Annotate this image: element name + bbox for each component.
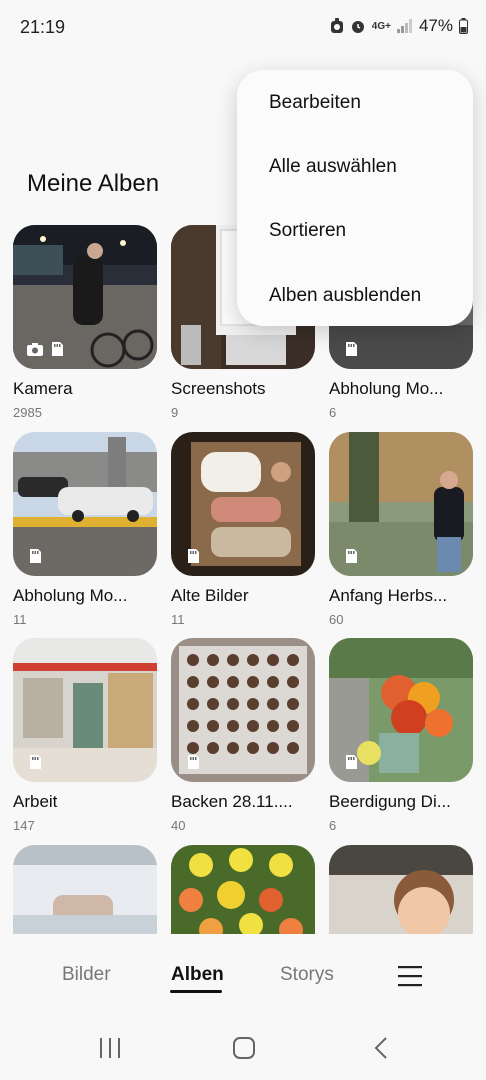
album-thumbnail[interactable]: [13, 638, 157, 782]
sd-card-badge-icon: [188, 755, 199, 769]
system-nav-bar: [0, 1020, 486, 1080]
status-bar: 21:19 4G+ 47%: [0, 0, 486, 54]
alarm-icon: [351, 21, 364, 33]
album-tile[interactable]: [329, 845, 473, 934]
photo-child: [329, 845, 473, 934]
tab-stories[interactable]: Storys: [280, 964, 334, 986]
album-grid: Kamera 2985 Screenshots 9 Abholung Mo...…: [0, 222, 486, 934]
album-tile[interactable]: [171, 845, 315, 934]
album-name: Abholung Mo...: [13, 586, 128, 605]
hamburger-menu-icon[interactable]: [396, 962, 424, 990]
battery-percent: 47%: [418, 16, 453, 35]
tab-pictures[interactable]: Bilder: [62, 964, 111, 986]
album-name: Backen 28.11....: [171, 792, 293, 811]
home-icon[interactable]: [232, 1036, 256, 1060]
menu-item-select-all[interactable]: Alle auswählen: [269, 156, 397, 178]
album-count: 6: [329, 405, 337, 420]
sd-card-badge-icon: [30, 549, 41, 563]
menu-item-edit[interactable]: Bearbeiten: [269, 92, 361, 114]
album-thumbnail[interactable]: [13, 845, 157, 934]
album-name: Arbeit: [13, 792, 58, 811]
recent-apps-icon[interactable]: [98, 1036, 122, 1060]
photo-hospital: [13, 845, 157, 934]
back-icon[interactable]: [370, 1036, 394, 1060]
album-name: Alte Bilder: [171, 586, 249, 605]
album-thumbnail[interactable]: [171, 638, 315, 782]
album-tile[interactable]: [13, 845, 157, 934]
network-type: 4G+: [371, 20, 391, 32]
album-count: 9: [171, 405, 179, 420]
overflow-menu: Bearbeiten Alle auswählen Sortieren Albe…: [237, 70, 473, 326]
camera-badge-icon: [27, 343, 43, 356]
album-count: 147: [13, 818, 35, 833]
album-name: Screenshots: [171, 379, 266, 398]
album-count: 11: [171, 612, 185, 627]
album-name: Anfang Herbs...: [329, 586, 448, 605]
album-tile[interactable]: Alte Bilder 11: [171, 432, 315, 627]
album-thumbnail[interactable]: [171, 845, 315, 934]
album-name: Beerdigung Di...: [329, 792, 451, 811]
sd-card-badge-icon: [346, 549, 357, 563]
album-thumbnail[interactable]: [13, 432, 157, 576]
menu-item-hide-albums[interactable]: Alben ausblenden: [269, 285, 421, 307]
photo-flowers: [171, 845, 315, 934]
sd-card-badge-icon: [30, 755, 41, 769]
album-thumbnail[interactable]: [329, 845, 473, 934]
album-name: Abholung Mo...: [329, 379, 444, 398]
bottom-nav: Bilder Alben Storys: [0, 934, 486, 1020]
sd-card-badge-icon: [346, 755, 357, 769]
album-tile[interactable]: Arbeit 147: [13, 638, 157, 833]
album-tile[interactable]: Beerdigung Di... 6: [329, 638, 473, 833]
album-tile[interactable]: Backen 28.11.... 40: [171, 638, 315, 833]
album-count: 11: [13, 612, 27, 627]
active-tab-indicator: [170, 990, 222, 993]
album-count: 6: [329, 818, 337, 833]
battery-icon: [459, 18, 468, 34]
album-count: 2985: [13, 405, 42, 420]
sd-card-badge-icon: [52, 342, 63, 356]
album-name: Kamera: [13, 379, 73, 398]
album-count: 60: [329, 612, 344, 627]
section-title: Meine Alben: [27, 170, 160, 197]
sd-card-badge-icon: [188, 549, 199, 563]
album-tile[interactable]: Abholung Mo... 11: [13, 432, 157, 627]
sd-card-badge-icon: [346, 342, 357, 356]
album-count: 40: [171, 818, 186, 833]
signal-icon: [396, 19, 412, 33]
album-thumbnail[interactable]: [329, 638, 473, 782]
album-thumbnail[interactable]: [329, 432, 473, 576]
tab-albums[interactable]: Alben: [171, 964, 224, 986]
album-tile[interactable]: Kamera 2985: [13, 225, 157, 420]
notification-icon: [330, 18, 343, 33]
album-thumbnail[interactable]: [13, 225, 157, 369]
album-thumbnail[interactable]: [171, 432, 315, 576]
status-icons: 4G+ 47%: [330, 16, 468, 36]
status-time: 21:19: [20, 17, 66, 37]
menu-item-sort[interactable]: Sortieren: [269, 220, 346, 242]
album-tile[interactable]: Anfang Herbs... 60: [329, 432, 473, 627]
